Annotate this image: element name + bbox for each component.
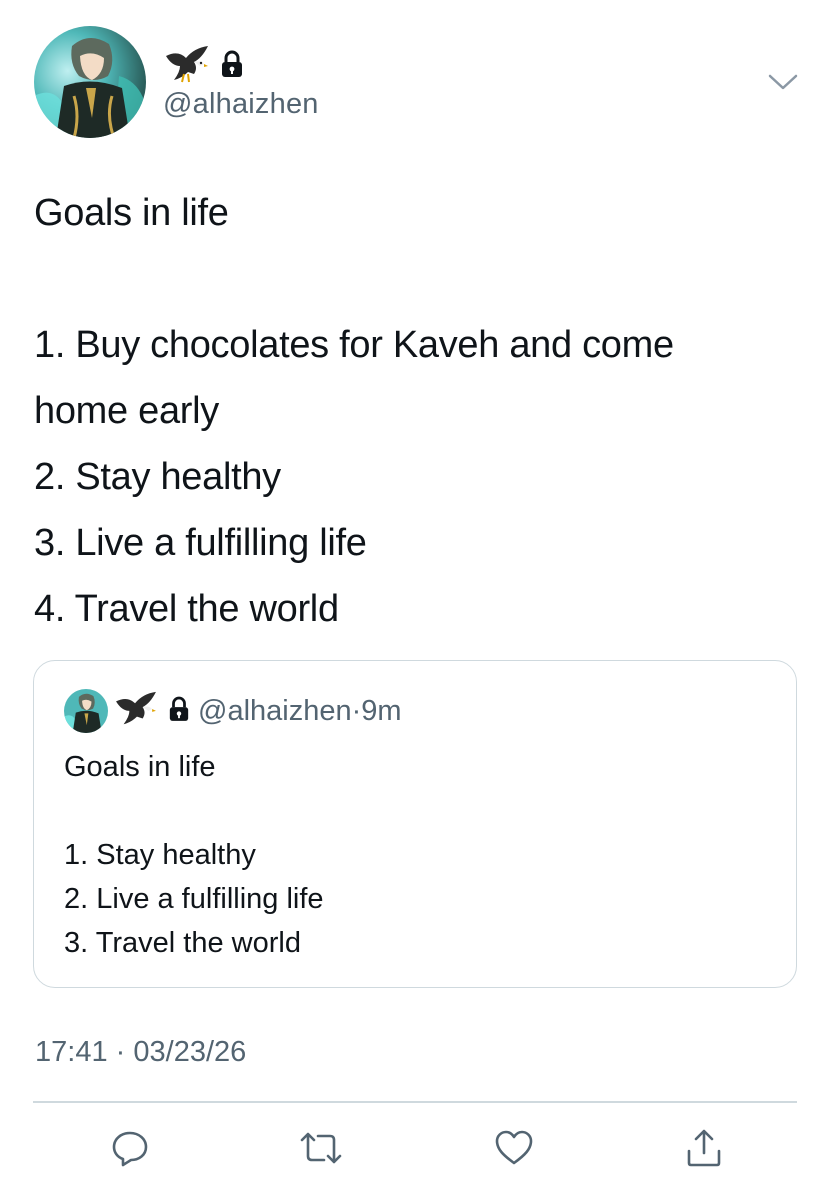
retweet-button[interactable]: [297, 1126, 345, 1174]
action-bar: [0, 1126, 830, 1176]
tweet-text: Goals in life 1. Buy chocolates for Kave…: [34, 180, 794, 642]
heart-icon: [493, 1128, 535, 1173]
tweet-list-item: 1. Buy chocolates for Kaveh and come: [34, 324, 674, 366]
quoted-tweet[interactable]: @alhaizhen·9m Goals in life 1. Stay heal…: [33, 660, 797, 988]
separator-dot: ·: [115, 1036, 126, 1068]
quoted-avatar: [64, 689, 108, 733]
eagle-icon: [164, 44, 210, 89]
tweet-time: 17:41: [35, 1036, 108, 1068]
tweet-timestamp[interactable]: 17:41 · 03/23/26: [35, 1036, 246, 1069]
lock-icon: [220, 50, 244, 83]
quoted-time: 9m: [361, 694, 402, 727]
tweet-date: 03/23/26: [133, 1036, 247, 1068]
tweet-list-item: home early: [34, 390, 219, 432]
retweet-icon: [298, 1128, 344, 1173]
tweet-list-item: 2. Stay healthy: [34, 456, 281, 498]
share-icon: [684, 1127, 724, 1174]
reply-icon: [110, 1128, 150, 1173]
quoted-list-item: 2. Live a fulfilling life: [64, 883, 324, 915]
quoted-title: Goals in life: [64, 751, 216, 783]
author-handle[interactable]: @alhaizhen: [163, 88, 319, 121]
quoted-tweet-text: Goals in life 1. Stay healthy 2. Live a …: [64, 745, 324, 965]
divider: [33, 1101, 797, 1103]
quoted-list-item: 3. Travel the world: [64, 927, 301, 959]
avatar[interactable]: [34, 26, 146, 138]
tweet-list-item: 4. Travel the world: [34, 588, 339, 630]
lock-icon: [168, 696, 190, 727]
eagle-icon: [114, 690, 158, 733]
reply-button[interactable]: [106, 1126, 154, 1174]
profile-badges: [164, 44, 244, 89]
chevron-down-icon[interactable]: [766, 70, 800, 94]
tweet-title: Goals in life: [34, 192, 229, 234]
quoted-tweet-header: @alhaizhen·9m: [64, 689, 402, 733]
quoted-handle[interactable]: @alhaizhen·9m: [198, 695, 402, 728]
quoted-list-item: 1. Stay healthy: [64, 839, 256, 871]
like-button[interactable]: [490, 1126, 538, 1174]
tweet-list-item: 3. Live a fulfilling life: [34, 522, 367, 564]
separator-dot: ·: [351, 694, 362, 727]
share-button[interactable]: [680, 1126, 728, 1174]
